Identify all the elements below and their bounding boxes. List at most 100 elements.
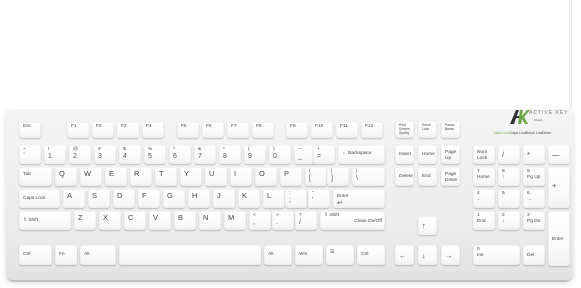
key-f[interactable]: F xyxy=(138,189,160,208)
key-comma[interactable]: <, xyxy=(249,211,271,230)
key-left-bracket[interactable]: {[ xyxy=(305,167,327,186)
key-left-ctrl[interactable]: Ctrl xyxy=(19,245,52,265)
key-slash[interactable]: ? / xyxy=(295,211,317,230)
key-esc[interactable]: Esc xyxy=(19,122,41,138)
key-left-shift[interactable]: ⇧ Shift xyxy=(19,211,71,230)
key-f2[interactable]: F2 xyxy=(92,122,114,138)
key-1[interactable]: ! 1 xyxy=(44,145,66,164)
key-f10[interactable]: F10 xyxy=(311,122,333,138)
key-right-shift[interactable]: ⇧ Shift Clean On/Off xyxy=(320,211,385,230)
key-9[interactable]: (9 xyxy=(244,145,266,164)
key-backslash[interactable]: | \ xyxy=(352,167,385,186)
key-menu[interactable]: ☰ xyxy=(326,245,354,265)
key-7[interactable]: & 7 xyxy=(194,145,216,164)
key-num-5[interactable]: 5 xyxy=(498,189,520,208)
key-caps-lock[interactable]: Caps Lock xyxy=(19,189,60,208)
key-backspace[interactable]: ← Backspace xyxy=(338,145,385,164)
key-u[interactable]: U xyxy=(205,167,227,186)
key-f4[interactable]: F4 xyxy=(142,122,164,138)
key-arrow-right[interactable]: → xyxy=(441,245,460,265)
key-num-8[interactable]: 8 ↑ xyxy=(498,167,520,186)
key-g[interactable]: G xyxy=(163,189,185,208)
key-f11[interactable]: F11 xyxy=(336,122,358,138)
key-quote[interactable]: " ' xyxy=(308,189,330,208)
key-k[interactable]: K xyxy=(238,189,260,208)
key-n[interactable]: N xyxy=(199,211,221,230)
key-insert[interactable]: Insert xyxy=(395,145,414,164)
key-left-alt[interactable]: Alt xyxy=(80,245,116,265)
key-num-lock[interactable]: Num Lock xyxy=(473,145,495,164)
key-pause-break[interactable]: Pause Break xyxy=(441,121,460,138)
key-home[interactable]: Home xyxy=(418,145,437,164)
key-q[interactable]: Q xyxy=(55,167,77,186)
key-w[interactable]: W xyxy=(80,167,102,186)
key-f12[interactable]: F12 xyxy=(361,122,383,138)
key-f9[interactable]: F9 xyxy=(286,122,308,138)
key-right-ctrl[interactable]: Ctrl xyxy=(357,245,385,265)
key-num-7[interactable]: 7 Home xyxy=(473,167,495,186)
key-num-dot[interactable]: . Del xyxy=(523,245,545,265)
key-num-divide[interactable]: / xyxy=(498,145,520,164)
key-d[interactable]: D xyxy=(113,189,135,208)
key-b[interactable]: B xyxy=(174,211,196,230)
key-p[interactable]: P xyxy=(280,167,302,186)
key-fn[interactable]: Fn xyxy=(55,245,77,265)
key-arrow-down[interactable]: ↓ xyxy=(418,245,437,265)
key-equals[interactable]: + = xyxy=(313,145,335,164)
key-num-2[interactable]: 2 ↓ xyxy=(498,211,520,230)
key-right-alt[interactable]: Alt xyxy=(264,245,292,265)
key-j[interactable]: J xyxy=(213,189,235,208)
key-tab[interactable]: Tab xyxy=(19,167,52,186)
key-s[interactable]: S xyxy=(88,189,110,208)
key-4[interactable]: $4 xyxy=(119,145,141,164)
key-f7[interactable]: F7 xyxy=(227,122,249,138)
key-i[interactable]: I xyxy=(230,167,252,186)
key-num-minus[interactable]: — xyxy=(548,145,570,164)
key-v[interactable]: V xyxy=(149,211,171,230)
key-f1[interactable]: F1 xyxy=(67,122,89,138)
key-c[interactable]: C xyxy=(124,211,146,230)
key-num-4[interactable]: 4 ← xyxy=(473,189,495,208)
key-f3[interactable]: F3 xyxy=(117,122,139,138)
key-end[interactable]: End xyxy=(418,167,437,186)
key-num-1[interactable]: 1 End xyxy=(473,211,495,230)
key-o[interactable]: O xyxy=(255,167,277,186)
key-5[interactable]: % 5 xyxy=(144,145,166,164)
key-a[interactable]: A xyxy=(63,189,85,208)
key-e[interactable]: E xyxy=(105,167,127,186)
key-num-0[interactable]: 0 Ins xyxy=(473,245,520,265)
key-num-multiply[interactable]: * xyxy=(523,145,545,164)
key-3[interactable]: #3 xyxy=(94,145,116,164)
key-6[interactable]: ^ 6 xyxy=(169,145,191,164)
key-space[interactable] xyxy=(119,245,261,265)
key-y[interactable]: Y xyxy=(180,167,202,186)
key-num-enter[interactable]: Enter xyxy=(548,211,570,266)
key-f5[interactable]: F5 xyxy=(177,122,199,138)
key-num-9[interactable]: 9 Pg Up xyxy=(523,167,545,186)
key-h[interactable]: H xyxy=(188,189,210,208)
key-enter[interactable]: Enter ↵ xyxy=(333,189,385,208)
key-arrow-left[interactable]: ← xyxy=(395,245,414,265)
key-grave[interactable]: ~ ` xyxy=(19,145,41,164)
key-arrow-up[interactable]: ↑ xyxy=(418,216,437,235)
key-period[interactable]: >. xyxy=(272,211,294,230)
key-right-bracket[interactable]: }] xyxy=(327,167,349,186)
key-scroll-lock[interactable]: Scroll Lock xyxy=(418,121,437,138)
key-f6[interactable]: F6 xyxy=(202,122,224,138)
key-num-plus[interactable]: + xyxy=(548,167,570,208)
key-page-down[interactable]: Page Down xyxy=(441,167,460,186)
key-f8[interactable]: F8 xyxy=(252,122,274,138)
key-print-screen[interactable]: Print Screen SysRq xyxy=(395,121,414,138)
key-num-6[interactable]: 6 → xyxy=(523,189,545,208)
key-m[interactable]: M xyxy=(224,211,246,230)
key-t[interactable]: T xyxy=(155,167,177,186)
key-x[interactable]: X xyxy=(99,211,121,230)
key-r[interactable]: R xyxy=(130,167,152,186)
key-2[interactable]: @2 xyxy=(69,145,91,164)
key-l[interactable]: L xyxy=(263,189,285,208)
key-0[interactable]: ) 0 xyxy=(269,145,291,164)
key-page-up[interactable]: Page Up xyxy=(441,145,460,164)
key-delete[interactable]: Delete xyxy=(395,167,414,186)
key-8[interactable]: * 8 xyxy=(219,145,241,164)
key-semicolon[interactable]: :; xyxy=(285,189,307,208)
